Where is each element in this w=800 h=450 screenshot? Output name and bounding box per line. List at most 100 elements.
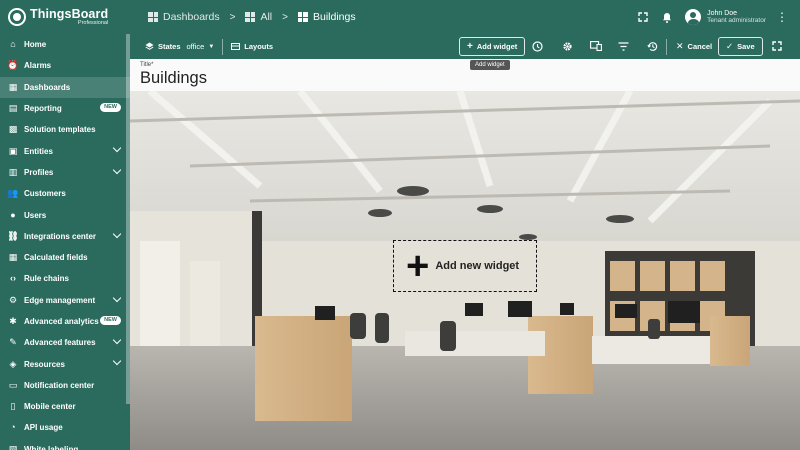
breadcrumb-label: Buildings: [312, 11, 356, 23]
dashboard-icon: [245, 12, 256, 22]
chevron-down-icon[interactable]: [112, 357, 122, 366]
cancel-label: Cancel: [687, 42, 713, 51]
save-button[interactable]: ✓ Save: [718, 37, 763, 56]
dashboard-title: Buildings: [140, 69, 207, 87]
breadcrumb-dashboards[interactable]: Dashboards: [148, 11, 220, 23]
add-widget-button[interactable]: + Add widget: [459, 37, 526, 56]
sidebar-item-reporting[interactable]: ▤ Reporting NEW: [0, 98, 130, 119]
settings-gear-icon[interactable]: [560, 39, 574, 53]
sidebar-item-label: Home: [24, 40, 47, 50]
sidebar-item-label: Integrations center: [24, 231, 97, 241]
rule-chains-icon: ‹›: [10, 273, 16, 284]
templates-icon: ▩: [8, 124, 18, 135]
sidebar-item-label: Reporting: [24, 104, 62, 114]
api-usage-icon: ◔: [10, 422, 16, 433]
user-name: John Doe: [707, 9, 738, 17]
sidebar-item-rule-chains[interactable]: ‹› Rule chains: [0, 268, 130, 289]
dashboard-toolbar: States office ▼ Layouts + Add widget ✕ C…: [130, 34, 800, 59]
fullscreen-icon[interactable]: [635, 9, 651, 25]
sidebar-item-entities[interactable]: ▣ Entities: [0, 140, 130, 161]
required-marker: *: [151, 62, 154, 68]
filter-icon[interactable]: [616, 39, 630, 53]
sidebar-item-label: API usage: [24, 423, 63, 433]
sidebar-item-mobile-center[interactable]: ▯ Mobile center: [0, 396, 130, 417]
reporting-icon: ▤: [8, 103, 18, 114]
sidebar-item-resources[interactable]: ◈ Resources: [0, 353, 130, 374]
dropdown-arrow-icon: ▼: [208, 43, 215, 50]
sidebar-item-label: Customers: [24, 189, 66, 199]
more-vert-icon[interactable]: ⋮: [776, 10, 788, 24]
sidebar-item-dashboards[interactable]: ▦ Dashboards: [0, 76, 130, 98]
devices-icon[interactable]: [589, 39, 603, 53]
states-selector[interactable]: States office ▼: [145, 42, 214, 51]
breadcrumb-label: Dashboards: [163, 11, 220, 23]
states-value: office: [186, 42, 205, 51]
sidebar-item-api-usage[interactable]: ◔ API usage: [0, 417, 130, 438]
sidebar-item-white-labeling[interactable]: ▧ White labeling: [0, 439, 130, 450]
user-avatar-icon[interactable]: [685, 9, 702, 25]
thingsboard-logo-icon: [8, 8, 26, 26]
dashboard-canvas[interactable]: + Add new widget: [130, 91, 800, 450]
chevron-down-icon[interactable]: [112, 293, 122, 302]
sidebar-item-calculated-fields[interactable]: ▦ Calculated fields: [0, 247, 130, 268]
dashboard-icon: [148, 12, 158, 22]
notifications-bell-icon[interactable]: [659, 9, 675, 25]
states-label: States: [158, 42, 181, 51]
sidebar-item-label: Entities: [24, 146, 53, 156]
fullscreen-icon[interactable]: [770, 39, 784, 53]
customers-icon: 👥: [7, 188, 19, 199]
alarm-icon: ⏰: [7, 60, 19, 71]
mobile-icon: ▯: [10, 401, 16, 412]
breadcrumb: Dashboards > All > Buildings: [148, 11, 356, 23]
toolbar-divider: [666, 38, 667, 55]
sidebar-item-profiles[interactable]: ▥ Profiles: [0, 162, 130, 183]
sidebar-item-label: Calculated fields: [24, 253, 88, 263]
cancel-button[interactable]: ✕ Cancel: [676, 41, 712, 52]
edge-icon: ⚙: [8, 294, 18, 305]
sidebar-item-label: Users: [24, 210, 47, 220]
sidebar-item-integrations-center[interactable]: ⛓ Integrations center: [0, 226, 130, 247]
breadcrumb-all[interactable]: All: [245, 11, 272, 23]
sidebar-item-advanced-features[interactable]: ✎ Advanced features: [0, 332, 130, 353]
layouts-icon: [231, 43, 241, 50]
users-icon: ●: [10, 209, 16, 220]
add-new-widget-placeholder[interactable]: + Add new widget: [393, 240, 537, 292]
entities-icon: ▣: [8, 145, 18, 156]
user-info[interactable]: John Doe Tenant administrator: [707, 10, 766, 25]
chevron-down-icon[interactable]: [112, 144, 122, 153]
user-role: Tenant administrator: [707, 17, 766, 25]
sidebar-item-solution-templates[interactable]: ▩ Solution templates: [0, 119, 130, 140]
timewindow-clock-icon[interactable]: [530, 39, 544, 53]
sidebar-item-label: Dashboards: [24, 82, 71, 92]
logo[interactable]: ThingsBoard Professional: [0, 0, 130, 34]
sidebar-item-advanced-analytics[interactable]: ✱ Advanced analytics NEW: [0, 311, 130, 332]
new-badge: NEW: [100, 102, 121, 112]
breadcrumb-label: All: [260, 11, 273, 23]
toolbar-divider: [222, 38, 224, 55]
sidebar: ThingsBoard Professional ⌂ Home ⏰ Alarms ▦ Da…: [0, 0, 130, 450]
plus-icon: +: [406, 244, 430, 288]
dashboard-title-field[interactable]: Title* Buildings: [130, 59, 800, 91]
sidebar-item-notification-center[interactable]: ▭ Notification center: [0, 375, 130, 396]
analytics-icon: ✱: [9, 316, 17, 326]
sidebar-item-label: Advanced features: [24, 338, 96, 348]
chevron-down-icon[interactable]: [112, 229, 122, 238]
sidebar-item-label: Rule chains: [24, 274, 69, 284]
sidebar-item-edge-management[interactable]: ⚙ Edge management: [0, 290, 130, 311]
chevron-down-icon[interactable]: [112, 335, 122, 345]
chevron-down-icon[interactable]: [112, 165, 122, 175]
sidebar-item-customers[interactable]: 👥 Customers: [0, 183, 130, 204]
sidebar-item-home[interactable]: ⌂ Home: [0, 34, 130, 55]
version-history-icon[interactable]: [645, 39, 659, 53]
dashboard-icon: ▦: [8, 81, 18, 92]
integrations-icon: ⛓: [7, 230, 19, 241]
sidebar-item-alarms[interactable]: ⏰ Alarms: [0, 55, 130, 76]
dashboard-icon: [297, 12, 308, 22]
sidebar-item-label: Alarms: [24, 61, 52, 71]
layouts-button[interactable]: Layouts: [231, 42, 273, 51]
breadcrumb-buildings: Buildings: [297, 11, 356, 23]
sidebar-item-users[interactable]: ● Users: [0, 204, 130, 225]
profiles-icon: ▥: [8, 166, 18, 177]
add-new-widget-label: Add new widget: [435, 260, 520, 272]
sidebar-item-label: Edge management: [24, 295, 96, 305]
